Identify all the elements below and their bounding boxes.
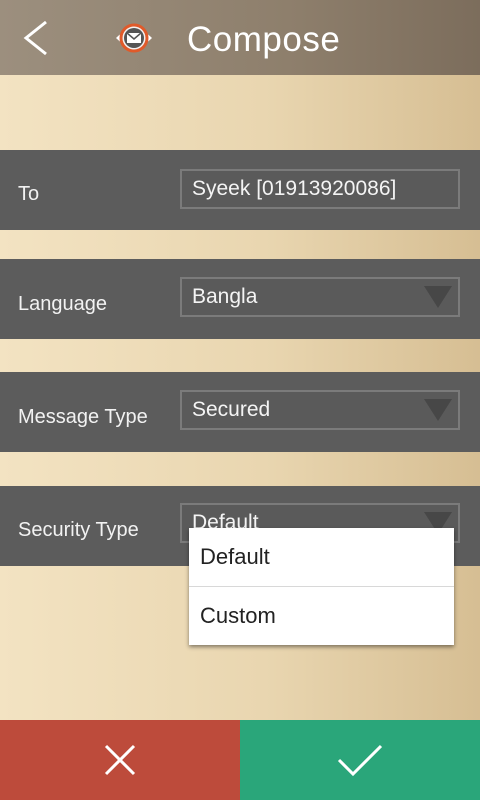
check-icon xyxy=(337,744,383,777)
language-label: Language xyxy=(18,293,107,315)
dropdown-arrow-icon xyxy=(424,399,452,421)
message-type-row: Message Type Secured xyxy=(0,372,480,452)
close-icon xyxy=(104,744,136,776)
to-label: To xyxy=(18,183,40,205)
language-select[interactable]: Bangla xyxy=(180,277,460,317)
dropdown-arrow-icon xyxy=(424,286,452,308)
dropdown-option-custom[interactable]: Custom xyxy=(189,587,454,645)
cancel-button[interactable] xyxy=(0,720,240,800)
page-title: Compose xyxy=(187,20,341,59)
message-type-label: Message Type xyxy=(18,406,148,428)
dropdown-option-default[interactable]: Default xyxy=(189,528,454,586)
mail-eye-logo-icon xyxy=(112,16,156,60)
recipient-field[interactable]: Syeek [01913920086] xyxy=(180,169,460,209)
message-type-value: Secured xyxy=(192,398,271,421)
security-type-label: Security Type xyxy=(18,519,139,541)
language-value: Bangla xyxy=(192,285,258,308)
language-row: Language Bangla xyxy=(0,259,480,339)
confirm-button[interactable] xyxy=(240,720,480,800)
back-chevron-icon[interactable] xyxy=(18,18,58,58)
security-type-dropdown-menu: Default Custom xyxy=(189,528,454,645)
to-row: To Syeek [01913920086] xyxy=(0,150,480,230)
message-type-select[interactable]: Secured xyxy=(180,390,460,430)
top-app-bar: Compose xyxy=(0,0,480,75)
